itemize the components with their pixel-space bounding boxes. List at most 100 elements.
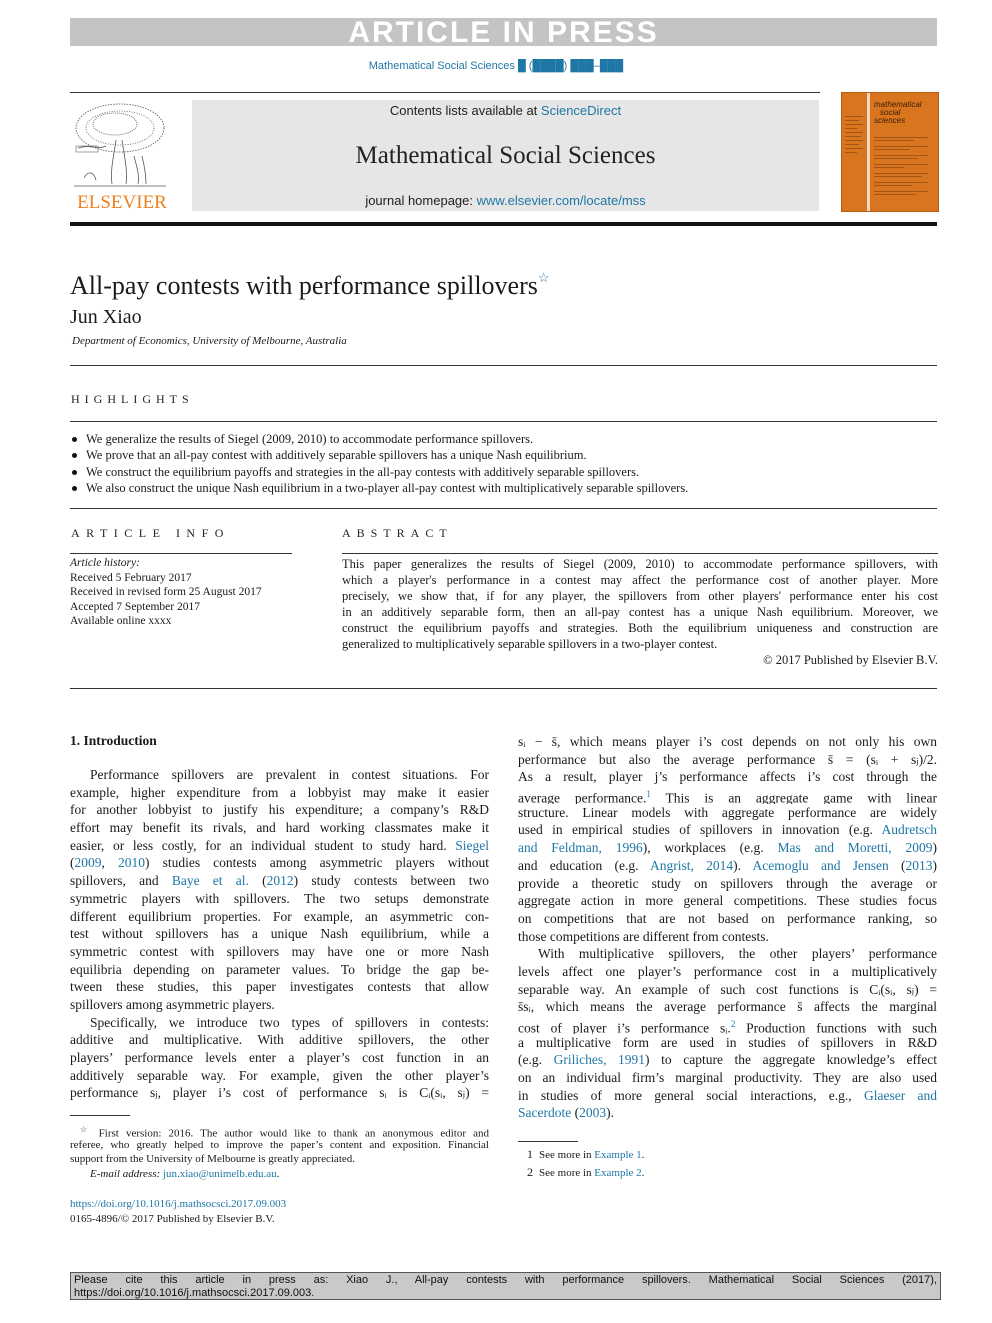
- body-line: spillovers, and Baye et al. (2012) study…: [70, 873, 489, 889]
- abstract-line: which a player's performance in a contes…: [342, 573, 938, 587]
- footnote-star-icon: ☆: [80, 1125, 92, 1134]
- author-affiliation: Department of Economics, University of M…: [72, 335, 347, 347]
- article-in-press-banner: ARTICLE IN PRESS: [70, 18, 937, 48]
- cover-spine: [867, 93, 870, 211]
- body-text: ): [932, 857, 937, 873]
- body-line: on an individual firm’s marginal product…: [518, 1070, 937, 1086]
- body-line: effort may benefit its rivals, and hard …: [70, 820, 489, 836]
- divider: [70, 421, 937, 422]
- body-line: (2009, 2010) studies contests among asym…: [70, 855, 489, 871]
- author-name: Jun Xiao: [70, 306, 142, 328]
- cover-sidebar: [845, 113, 865, 153]
- citation-link-siegel[interactable]: Siegel: [455, 838, 489, 853]
- body-text: Production functions with such: [735, 1020, 937, 1034]
- footnote-text: See more in: [539, 1167, 595, 1179]
- body-text: in studies of more general social intera…: [518, 1087, 864, 1103]
- body-line: Sacerdote (2003).: [518, 1104, 937, 1122]
- intro-right-column: sᵢ − s̄, which means player i’s cost dep…: [518, 733, 937, 1122]
- body-text: average performance.: [518, 790, 647, 804]
- citation-link-2010[interactable]: 2010: [118, 855, 145, 870]
- body-text: and education (e.g.: [518, 857, 650, 873]
- body-line: used in empirical studies of spillovers …: [518, 821, 937, 839]
- body-line: cost of player i’s performance sᵢ.2 Prod…: [518, 1016, 937, 1034]
- body-text: ) to capture the aggregate knowledge’s e…: [645, 1052, 937, 1068]
- doi-block: https://doi.org/10.1016/j.mathsocsci.201…: [70, 1197, 286, 1226]
- abstract-copyright: © 2017 Published by Elsevier B.V.: [763, 653, 938, 667]
- citation-link-glaeser[interactable]: Glaeser and: [864, 1088, 937, 1103]
- history-item: Accepted 7 September 2017: [70, 600, 200, 613]
- body-text: (: [571, 1105, 580, 1121]
- title-footnote: ☆ First version: 2016. The author would …: [70, 1123, 489, 1181]
- doi-link[interactable]: https://doi.org/10.1016/j.mathsocsci.201…: [70, 1197, 286, 1212]
- citation-link-baye[interactable]: Baye et al.: [172, 873, 249, 888]
- issn-copyright: 0165-4896/© 2017 Published by Elsevier B…: [70, 1212, 275, 1225]
- body-line: example, higher expenditure from a lobby…: [70, 784, 489, 800]
- body-line: those competitions are different from co…: [518, 928, 769, 944]
- footnote-number: 2: [527, 1165, 533, 1179]
- body-text: (e.g.: [518, 1052, 554, 1068]
- history-item: Available online xxxx: [70, 615, 172, 627]
- body-line: tween these studies, this paper investig…: [70, 979, 489, 995]
- footnote-item: 2 See more in Example 2.: [527, 1164, 644, 1182]
- citation-link-griliches[interactable]: Griliches, 1991: [554, 1052, 645, 1067]
- highlights-heading: HIGHLIGHTS: [71, 392, 194, 406]
- citation-link-2013[interactable]: 2013: [906, 858, 933, 873]
- citation-link-audretsch[interactable]: Audretsch: [882, 822, 937, 837]
- footnotes-list: 1 See more in Example 1. 2 See more in Exa…: [527, 1146, 644, 1182]
- article-title: All-pay contests with performance spillo…: [70, 270, 550, 301]
- header-thick-divider: [70, 222, 937, 226]
- cover-contents: [874, 133, 932, 195]
- cover-title-line: sciences: [874, 116, 906, 125]
- citation-doi-line[interactable]: https://doi.org/10.1016/j.mathsocsci.201…: [74, 1287, 937, 1300]
- cover-title: mathematical social sciences: [874, 101, 922, 125]
- title-footnote-star-icon[interactable]: ☆: [538, 270, 550, 285]
- body-line: a multiplicative form are used in studie…: [518, 1034, 937, 1050]
- journal-reference[interactable]: Mathematical Social Sciences █ (████) ██…: [0, 60, 992, 72]
- body-line: Specifically, we introduce two types of …: [90, 1014, 489, 1030]
- email-line: E-mail address: jun.xiao@unimelb.edu.au.: [70, 1167, 489, 1182]
- journal-cover-thumbnail[interactable]: mathematical social sciences: [841, 92, 939, 212]
- citation-link-audretsch-feldman[interactable]: and Feldman, 1996: [518, 840, 643, 855]
- footnote-line: support from the University of Melbourne…: [70, 1153, 356, 1165]
- body-line: separable way. An example of such cost f…: [518, 981, 937, 997]
- citation-link-2009[interactable]: 2009: [75, 855, 102, 870]
- citation-link-mas-moretti[interactable]: Mas and Moretti, 2009: [777, 840, 932, 855]
- footnote-text: See more in: [539, 1149, 595, 1161]
- body-text: used in empirical studies of spillovers …: [518, 822, 882, 838]
- journal-header-box: Contents lists available at ScienceDirec…: [192, 100, 819, 211]
- email-link[interactable]: jun.xiao@unimelb.edu.au: [163, 1168, 277, 1180]
- body-text: This is an aggregate game with linear: [650, 790, 937, 804]
- sciencedirect-link[interactable]: ScienceDirect: [541, 103, 621, 118]
- article-history-label: Article history:: [70, 557, 140, 569]
- body-line: sᵢ − s̄, which means player i’s cost dep…: [518, 734, 937, 749]
- body-line: and education (e.g. Angrist, 2014). Acem…: [518, 857, 937, 875]
- body-line: players’ performance levels enter a play…: [70, 1050, 489, 1065]
- abstract-line: construct the equilibrium payoffs and st…: [342, 621, 938, 635]
- body-line: different equilibrium properties. For ex…: [70, 908, 489, 924]
- footnote-divider: [518, 1141, 578, 1142]
- article-info-heading: ARTICLE INFO: [71, 526, 230, 540]
- citation-link-acemoglu-jensen[interactable]: Acemoglu and Jensen: [753, 858, 889, 873]
- citation-link-2003[interactable]: 2003: [579, 1105, 606, 1120]
- body-line: performance but also the average perform…: [518, 751, 937, 767]
- footnote-divider: [70, 1115, 130, 1116]
- journal-homepage-link[interactable]: www.elsevier.com/locate/mss: [477, 193, 646, 208]
- abstract-heading: ABSTRACT: [342, 526, 453, 540]
- article-history: Article history: Received 5 February 201…: [70, 556, 262, 629]
- body-line: provide a theoretic study on spillovers …: [518, 875, 937, 891]
- footnote-link-example-2[interactable]: Example 2: [594, 1167, 641, 1179]
- abstract-line: generalized to multiplicatively separabl…: [342, 637, 718, 651]
- citation-link-2012[interactable]: 2012: [267, 873, 294, 888]
- body-line: easier, or less costly, for an individua…: [70, 837, 489, 855]
- elsevier-tree-icon: [74, 103, 166, 187]
- elsevier-logo[interactable]: ELSEVIER: [70, 100, 178, 213]
- body-line: As a result, player j’s performance affe…: [518, 769, 937, 785]
- abstract-line: This paper generalizes the results of Si…: [342, 557, 938, 571]
- body-text: ): [932, 840, 937, 856]
- body-line: performance sⱼ, player i’s cost of perfo…: [70, 1085, 489, 1101]
- citation-link-sacerdote[interactable]: Sacerdote: [518, 1105, 571, 1120]
- intro-left-column: Performance spillovers are prevalent in …: [70, 766, 489, 1102]
- journal-homepage-line: journal homepage: www.elsevier.com/locat…: [192, 193, 819, 208]
- citation-link-angrist[interactable]: Angrist, 2014: [650, 858, 733, 873]
- footnote-link-example-1[interactable]: Example 1: [594, 1149, 641, 1161]
